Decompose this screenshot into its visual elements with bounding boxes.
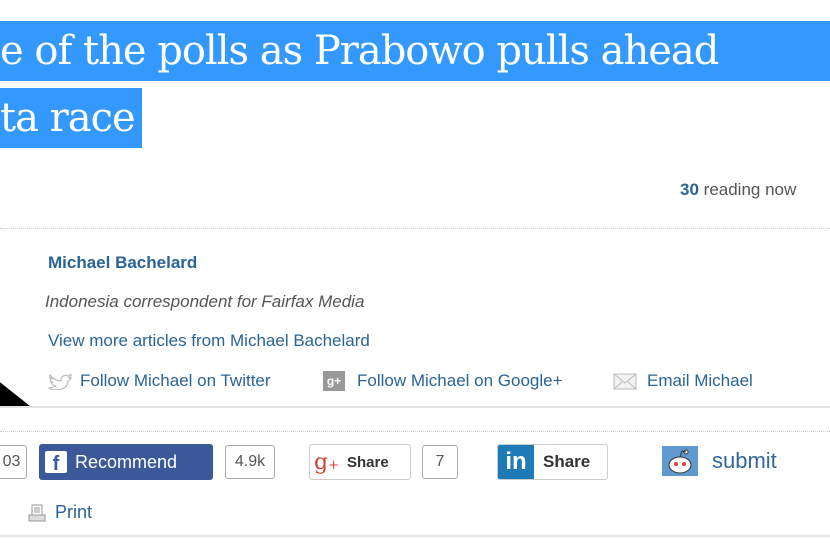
facebook-recommend-label: Recommend xyxy=(75,451,178,472)
partial-share-count: 03 xyxy=(0,445,27,479)
divider xyxy=(0,431,830,432)
reddit-submit-button[interactable]: submit xyxy=(662,446,777,476)
view-more-articles-link[interactable]: View more articles from Michael Bachelar… xyxy=(48,331,370,351)
headline-line-1: e of the polls as Prabowo pulls ahead xyxy=(0,21,830,81)
email-author-link[interactable]: Email Michael xyxy=(613,371,753,391)
twitter-follow-label: Follow Michael on Twitter xyxy=(80,371,271,390)
readers-count: 30 xyxy=(680,180,699,199)
facebook-recommend-button[interactable]: f Recommend xyxy=(39,444,213,480)
envelope-icon xyxy=(613,373,637,390)
google-plus-count: 7 xyxy=(422,445,458,479)
facebook-count: 4.9k xyxy=(225,445,275,479)
author-photo xyxy=(0,382,30,406)
email-author-label: Email Michael xyxy=(647,371,753,390)
google-plus-icon: g+ xyxy=(314,449,339,475)
divider xyxy=(0,406,830,408)
reddit-submit-label: submit xyxy=(712,448,777,473)
linkedin-icon: in xyxy=(498,445,534,479)
print-label: Print xyxy=(55,502,93,522)
print-button[interactable]: Print xyxy=(28,502,92,523)
google-plus-share-button[interactable]: g+ Share xyxy=(309,444,411,480)
facebook-icon: f xyxy=(45,451,67,473)
readers-label: reading now xyxy=(703,180,797,199)
twitter-bird-icon xyxy=(47,372,73,391)
google-plus-icon: g+ xyxy=(323,371,345,391)
author-name[interactable]: Michael Bachelard xyxy=(48,253,197,273)
divider xyxy=(0,228,830,229)
printer-icon xyxy=(28,504,46,522)
divider xyxy=(0,535,830,537)
google-plus-share-label: Share xyxy=(347,453,389,471)
linkedin-share-label: Share xyxy=(543,452,591,471)
reddit-alien-icon xyxy=(662,446,698,476)
twitter-follow-link[interactable]: Follow Michael on Twitter xyxy=(47,371,271,391)
headline-line-2: ta race xyxy=(0,88,142,148)
linkedin-share-button[interactable]: in Share xyxy=(497,444,608,480)
google-follow-link[interactable]: g+ Follow Michael on Google+ xyxy=(323,371,563,391)
readers-counter: 30 reading now xyxy=(680,180,796,200)
author-title: Indonesia correspondent for Fairfax Medi… xyxy=(45,292,365,311)
google-follow-label: Follow Michael on Google+ xyxy=(357,371,563,390)
